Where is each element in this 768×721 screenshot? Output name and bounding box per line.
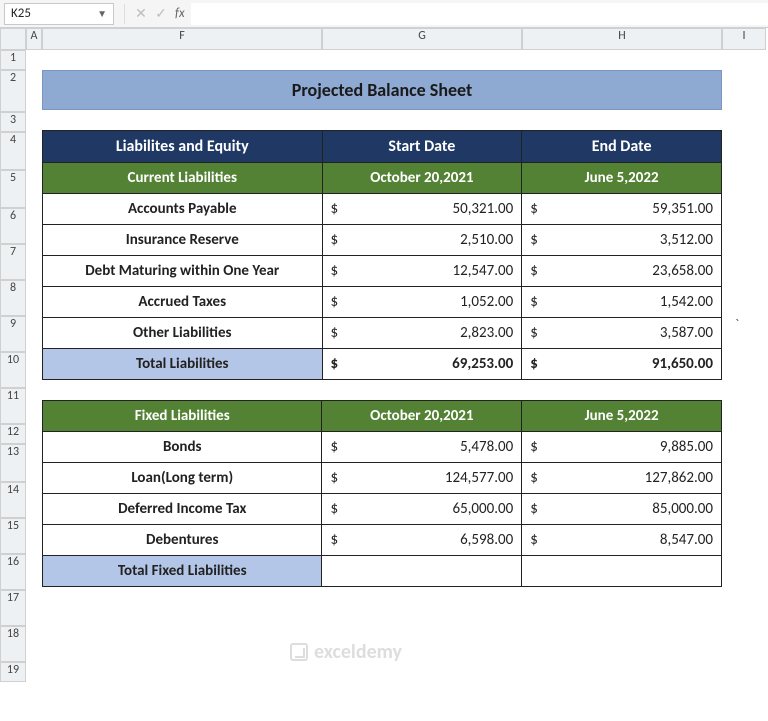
row-label[interactable]: Deferred Income Tax [43, 494, 322, 525]
cell-value[interactable]: $1,542.00 [522, 287, 722, 318]
table-row: Current Liabilities October 20,2021 June… [43, 163, 722, 194]
row-header[interactable]: 17 [0, 590, 26, 626]
cell-value[interactable]: $50,321.00 [322, 194, 522, 225]
subheader-current-liabilities[interactable]: Current Liabilities [43, 163, 323, 194]
total-fixed-liabilities-end[interactable] [522, 556, 722, 587]
column-header-h[interactable]: H [522, 28, 722, 50]
row-header[interactable]: 4 [0, 132, 26, 170]
current-liabilities-table: Liabilites and Equity Start Date End Dat… [42, 130, 722, 380]
header-start-date[interactable]: Start Date [322, 131, 522, 163]
column-header-f[interactable]: F [42, 28, 322, 50]
table-row: Deferred Income Tax $65,000.00 $85,000.0… [43, 494, 722, 525]
formula-input[interactable] [191, 3, 768, 25]
row-header[interactable]: 2 [0, 70, 26, 112]
name-box[interactable]: K25 ▼ [4, 3, 114, 25]
fx-label[interactable]: fx [175, 6, 185, 21]
row-label[interactable]: Insurance Reserve [43, 225, 323, 256]
total-liabilities-label[interactable]: Total Liabilities [43, 349, 323, 380]
row-label[interactable]: Accrued Taxes [43, 287, 323, 318]
table-row: Debt Maturing within One Year $12,547.00… [43, 256, 722, 287]
cell-value[interactable]: $2,510.00 [322, 225, 522, 256]
subheader-start[interactable]: October 20,2021 [322, 401, 522, 432]
table-row: Total Liabilities $69,253.00 $91,650.00 [43, 349, 722, 380]
cell-value[interactable]: $85,000.00 [522, 494, 722, 525]
cell-value[interactable]: $127,862.00 [522, 463, 722, 494]
row-header[interactable]: 5 [0, 170, 26, 208]
cell-value[interactable]: $8,547.00 [522, 525, 722, 556]
page-title: Projected Balance Sheet [42, 70, 722, 110]
table-row: Liabilites and Equity Start Date End Dat… [43, 131, 722, 163]
cancel-icon[interactable]: ✕ [131, 5, 151, 22]
table-row: Accrued Taxes $1,052.00 $1,542.00 [43, 287, 722, 318]
subheader-start[interactable]: October 20,2021 [322, 163, 522, 194]
name-box-value: K25 [11, 6, 31, 21]
cell-value[interactable]: $9,885.00 [522, 432, 722, 463]
cell-value[interactable]: $124,577.00 [322, 463, 522, 494]
row-header[interactable]: 7 [0, 244, 26, 280]
row-header[interactable]: 10 [0, 352, 26, 388]
table-row: Accounts Payable $50,321.00 $59,351.00 [43, 194, 722, 225]
cell-value[interactable]: $2,823.00 [322, 318, 522, 349]
row-header[interactable]: 3 [0, 112, 26, 132]
select-all-corner[interactable] [0, 28, 26, 50]
cell-value[interactable]: $1,052.00 [322, 287, 522, 318]
column-header-a[interactable]: A [26, 28, 42, 50]
cell-value[interactable]: $23,658.00 [522, 256, 722, 287]
header-end-date[interactable]: End Date [522, 131, 722, 163]
stray-text: ` [735, 316, 739, 333]
subheader-end[interactable]: June 5,2022 [522, 401, 722, 432]
total-liabilities-start[interactable]: $69,253.00 [322, 349, 522, 380]
watermark: exceldemy [290, 640, 402, 664]
row-header[interactable]: 6 [0, 208, 26, 244]
row-header[interactable]: 9 [0, 316, 26, 352]
enter-icon[interactable]: ✓ [151, 5, 171, 22]
column-header-g[interactable]: G [322, 28, 522, 50]
row-header[interactable]: 19 [0, 662, 26, 682]
subheader-end[interactable]: June 5,2022 [522, 163, 722, 194]
separator [124, 4, 125, 24]
total-liabilities-end[interactable]: $91,650.00 [522, 349, 722, 380]
table-row: Other Liabilities $2,823.00 $3,587.00 [43, 318, 722, 349]
row-header[interactable]: 13 [0, 444, 26, 482]
fixed-liabilities-table: Fixed Liabilities October 20,2021 June 5… [42, 400, 722, 587]
cell-value[interactable]: $5,478.00 [322, 432, 522, 463]
table-row: Insurance Reserve $2,510.00 $3,512.00 [43, 225, 722, 256]
row-label[interactable]: Accounts Payable [43, 194, 323, 225]
header-liabilities-equity[interactable]: Liabilites and Equity [43, 131, 323, 163]
row-label[interactable]: Loan(Long term) [43, 463, 322, 494]
cell-value[interactable]: $65,000.00 [322, 494, 522, 525]
column-header-i[interactable]: I [722, 28, 766, 50]
row-header[interactable]: 14 [0, 482, 26, 518]
chevron-down-icon[interactable]: ▼ [97, 7, 107, 20]
total-fixed-liabilities-label[interactable]: Total Fixed Liabilities [43, 556, 322, 587]
row-header[interactable]: 18 [0, 626, 26, 662]
formula-bar: K25 ▼ ✕ ✓ fx [0, 0, 768, 28]
row-header[interactable]: 15 [0, 518, 26, 554]
table-row: Bonds $5,478.00 $9,885.00 [43, 432, 722, 463]
row-header[interactable]: 8 [0, 280, 26, 316]
row-label[interactable]: Debentures [43, 525, 322, 556]
watermark-text: exceldemy [314, 640, 402, 664]
row-header[interactable]: 1 [0, 50, 26, 70]
cell-value[interactable]: $3,587.00 [522, 318, 722, 349]
row-header[interactable]: 16 [0, 554, 26, 590]
row-label[interactable]: Bonds [43, 432, 322, 463]
row-label[interactable]: Debt Maturing within One Year [43, 256, 323, 287]
row-header[interactable]: 12 [0, 424, 26, 444]
row-label[interactable]: Other Liabilities [43, 318, 323, 349]
table-row: Fixed Liabilities October 20,2021 June 5… [43, 401, 722, 432]
logo-icon [290, 643, 308, 661]
row-header[interactable]: 11 [0, 388, 26, 424]
table-row: Total Fixed Liabilities [43, 556, 722, 587]
spreadsheet-grid: A F G H I 1 2 3 4 5 6 7 8 9 10 11 12 13 … [0, 28, 768, 721]
cell-value[interactable]: $59,351.00 [522, 194, 722, 225]
sheet-content[interactable]: Projected Balance Sheet Liabilites and E… [42, 50, 722, 587]
cell-value[interactable]: $6,598.00 [322, 525, 522, 556]
cell-value[interactable]: $12,547.00 [322, 256, 522, 287]
cell-value[interactable]: $3,512.00 [522, 225, 722, 256]
table-row: Debentures $6,598.00 $8,547.00 [43, 525, 722, 556]
total-fixed-liabilities-start[interactable] [322, 556, 522, 587]
table-row: Loan(Long term) $124,577.00 $127,862.00 [43, 463, 722, 494]
subheader-fixed-liabilities[interactable]: Fixed Liabilities [43, 401, 322, 432]
